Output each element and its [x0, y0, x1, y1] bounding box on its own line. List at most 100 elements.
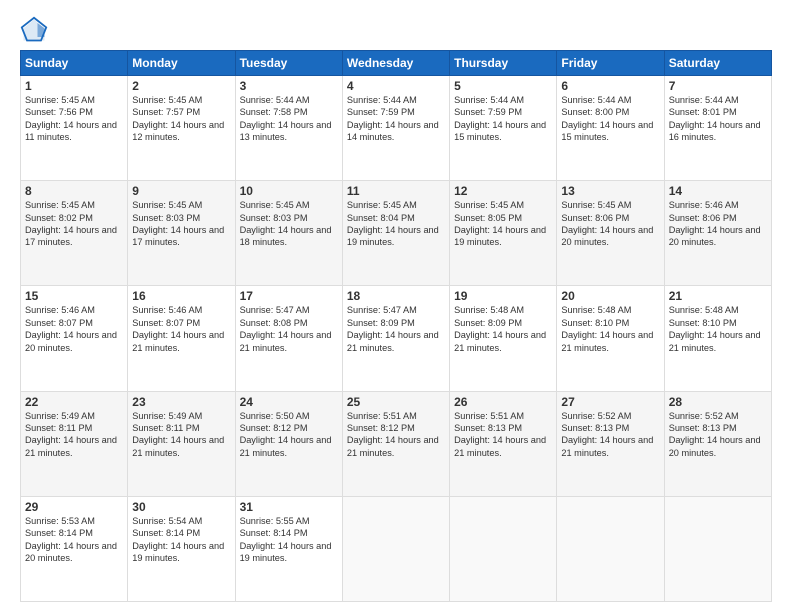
- cell-content: Sunrise: 5:46 AMSunset: 8:06 PMDaylight:…: [669, 200, 761, 247]
- calendar-cell: 25 Sunrise: 5:51 AMSunset: 8:12 PMDaylig…: [342, 391, 449, 496]
- logo: [20, 16, 50, 44]
- calendar-cell: 3 Sunrise: 5:44 AMSunset: 7:58 PMDayligh…: [235, 76, 342, 181]
- calendar-cell: 14 Sunrise: 5:46 AMSunset: 8:06 PMDaylig…: [664, 181, 771, 286]
- cell-content: Sunrise: 5:45 AMSunset: 8:05 PMDaylight:…: [454, 200, 546, 247]
- cell-content: Sunrise: 5:55 AMSunset: 8:14 PMDaylight:…: [240, 516, 332, 563]
- calendar-cell: 24 Sunrise: 5:50 AMSunset: 8:12 PMDaylig…: [235, 391, 342, 496]
- calendar-week-1: 1 Sunrise: 5:45 AMSunset: 7:56 PMDayligh…: [21, 76, 772, 181]
- day-number: 10: [240, 184, 338, 198]
- calendar-cell: 1 Sunrise: 5:45 AMSunset: 7:56 PMDayligh…: [21, 76, 128, 181]
- day-number: 3: [240, 79, 338, 93]
- calendar-cell: 2 Sunrise: 5:45 AMSunset: 7:57 PMDayligh…: [128, 76, 235, 181]
- day-number: 12: [454, 184, 552, 198]
- day-number: 24: [240, 395, 338, 409]
- calendar-cell: 7 Sunrise: 5:44 AMSunset: 8:01 PMDayligh…: [664, 76, 771, 181]
- day-number: 5: [454, 79, 552, 93]
- calendar-header-row: SundayMondayTuesdayWednesdayThursdayFrid…: [21, 51, 772, 76]
- day-header-saturday: Saturday: [664, 51, 771, 76]
- calendar-cell: [342, 496, 449, 601]
- cell-content: Sunrise: 5:49 AMSunset: 8:11 PMDaylight:…: [25, 411, 117, 458]
- cell-content: Sunrise: 5:45 AMSunset: 8:02 PMDaylight:…: [25, 200, 117, 247]
- calendar-week-5: 29 Sunrise: 5:53 AMSunset: 8:14 PMDaylig…: [21, 496, 772, 601]
- cell-content: Sunrise: 5:44 AMSunset: 7:58 PMDaylight:…: [240, 95, 332, 142]
- day-number: 26: [454, 395, 552, 409]
- day-number: 13: [561, 184, 659, 198]
- day-number: 2: [132, 79, 230, 93]
- cell-content: Sunrise: 5:45 AMSunset: 8:06 PMDaylight:…: [561, 200, 653, 247]
- cell-content: Sunrise: 5:52 AMSunset: 8:13 PMDaylight:…: [669, 411, 761, 458]
- cell-content: Sunrise: 5:48 AMSunset: 8:10 PMDaylight:…: [669, 305, 761, 352]
- day-number: 27: [561, 395, 659, 409]
- calendar-cell: 5 Sunrise: 5:44 AMSunset: 7:59 PMDayligh…: [450, 76, 557, 181]
- cell-content: Sunrise: 5:44 AMSunset: 8:00 PMDaylight:…: [561, 95, 653, 142]
- day-number: 14: [669, 184, 767, 198]
- day-header-sunday: Sunday: [21, 51, 128, 76]
- day-number: 18: [347, 289, 445, 303]
- day-number: 11: [347, 184, 445, 198]
- calendar-cell: 27 Sunrise: 5:52 AMSunset: 8:13 PMDaylig…: [557, 391, 664, 496]
- calendar-week-3: 15 Sunrise: 5:46 AMSunset: 8:07 PMDaylig…: [21, 286, 772, 391]
- calendar-cell: 23 Sunrise: 5:49 AMSunset: 8:11 PMDaylig…: [128, 391, 235, 496]
- cell-content: Sunrise: 5:50 AMSunset: 8:12 PMDaylight:…: [240, 411, 332, 458]
- day-number: 20: [561, 289, 659, 303]
- calendar-cell: 18 Sunrise: 5:47 AMSunset: 8:09 PMDaylig…: [342, 286, 449, 391]
- day-number: 16: [132, 289, 230, 303]
- day-number: 15: [25, 289, 123, 303]
- calendar-cell: 30 Sunrise: 5:54 AMSunset: 8:14 PMDaylig…: [128, 496, 235, 601]
- day-number: 25: [347, 395, 445, 409]
- cell-content: Sunrise: 5:54 AMSunset: 8:14 PMDaylight:…: [132, 516, 224, 563]
- cell-content: Sunrise: 5:45 AMSunset: 8:03 PMDaylight:…: [240, 200, 332, 247]
- logo-icon: [20, 16, 48, 44]
- calendar-cell: 6 Sunrise: 5:44 AMSunset: 8:00 PMDayligh…: [557, 76, 664, 181]
- calendar-cell: 26 Sunrise: 5:51 AMSunset: 8:13 PMDaylig…: [450, 391, 557, 496]
- calendar-cell: 9 Sunrise: 5:45 AMSunset: 8:03 PMDayligh…: [128, 181, 235, 286]
- page: SundayMondayTuesdayWednesdayThursdayFrid…: [0, 0, 792, 612]
- day-header-friday: Friday: [557, 51, 664, 76]
- calendar-cell: 19 Sunrise: 5:48 AMSunset: 8:09 PMDaylig…: [450, 286, 557, 391]
- cell-content: Sunrise: 5:52 AMSunset: 8:13 PMDaylight:…: [561, 411, 653, 458]
- cell-content: Sunrise: 5:48 AMSunset: 8:09 PMDaylight:…: [454, 305, 546, 352]
- day-header-tuesday: Tuesday: [235, 51, 342, 76]
- calendar-cell: 17 Sunrise: 5:47 AMSunset: 8:08 PMDaylig…: [235, 286, 342, 391]
- cell-content: Sunrise: 5:44 AMSunset: 7:59 PMDaylight:…: [347, 95, 439, 142]
- day-number: 8: [25, 184, 123, 198]
- day-number: 31: [240, 500, 338, 514]
- day-number: 7: [669, 79, 767, 93]
- cell-content: Sunrise: 5:46 AMSunset: 8:07 PMDaylight:…: [132, 305, 224, 352]
- calendar-cell: 10 Sunrise: 5:45 AMSunset: 8:03 PMDaylig…: [235, 181, 342, 286]
- cell-content: Sunrise: 5:53 AMSunset: 8:14 PMDaylight:…: [25, 516, 117, 563]
- day-number: 30: [132, 500, 230, 514]
- cell-content: Sunrise: 5:51 AMSunset: 8:12 PMDaylight:…: [347, 411, 439, 458]
- calendar-cell: 21 Sunrise: 5:48 AMSunset: 8:10 PMDaylig…: [664, 286, 771, 391]
- cell-content: Sunrise: 5:45 AMSunset: 7:57 PMDaylight:…: [132, 95, 224, 142]
- calendar-cell: 13 Sunrise: 5:45 AMSunset: 8:06 PMDaylig…: [557, 181, 664, 286]
- calendar-table: SundayMondayTuesdayWednesdayThursdayFrid…: [20, 50, 772, 602]
- calendar-cell: [557, 496, 664, 601]
- cell-content: Sunrise: 5:44 AMSunset: 8:01 PMDaylight:…: [669, 95, 761, 142]
- calendar-cell: 4 Sunrise: 5:44 AMSunset: 7:59 PMDayligh…: [342, 76, 449, 181]
- calendar-cell: 16 Sunrise: 5:46 AMSunset: 8:07 PMDaylig…: [128, 286, 235, 391]
- calendar-cell: 12 Sunrise: 5:45 AMSunset: 8:05 PMDaylig…: [450, 181, 557, 286]
- day-number: 9: [132, 184, 230, 198]
- day-header-monday: Monday: [128, 51, 235, 76]
- day-header-thursday: Thursday: [450, 51, 557, 76]
- day-number: 1: [25, 79, 123, 93]
- calendar-cell: 31 Sunrise: 5:55 AMSunset: 8:14 PMDaylig…: [235, 496, 342, 601]
- calendar-cell: 8 Sunrise: 5:45 AMSunset: 8:02 PMDayligh…: [21, 181, 128, 286]
- calendar-cell: [664, 496, 771, 601]
- cell-content: Sunrise: 5:47 AMSunset: 8:09 PMDaylight:…: [347, 305, 439, 352]
- day-number: 17: [240, 289, 338, 303]
- header: [20, 16, 772, 44]
- day-number: 23: [132, 395, 230, 409]
- day-header-wednesday: Wednesday: [342, 51, 449, 76]
- calendar-cell: 28 Sunrise: 5:52 AMSunset: 8:13 PMDaylig…: [664, 391, 771, 496]
- cell-content: Sunrise: 5:45 AMSunset: 8:03 PMDaylight:…: [132, 200, 224, 247]
- calendar-cell: 20 Sunrise: 5:48 AMSunset: 8:10 PMDaylig…: [557, 286, 664, 391]
- day-number: 22: [25, 395, 123, 409]
- calendar-cell: 11 Sunrise: 5:45 AMSunset: 8:04 PMDaylig…: [342, 181, 449, 286]
- cell-content: Sunrise: 5:49 AMSunset: 8:11 PMDaylight:…: [132, 411, 224, 458]
- calendar-cell: 15 Sunrise: 5:46 AMSunset: 8:07 PMDaylig…: [21, 286, 128, 391]
- day-number: 28: [669, 395, 767, 409]
- day-number: 29: [25, 500, 123, 514]
- day-number: 21: [669, 289, 767, 303]
